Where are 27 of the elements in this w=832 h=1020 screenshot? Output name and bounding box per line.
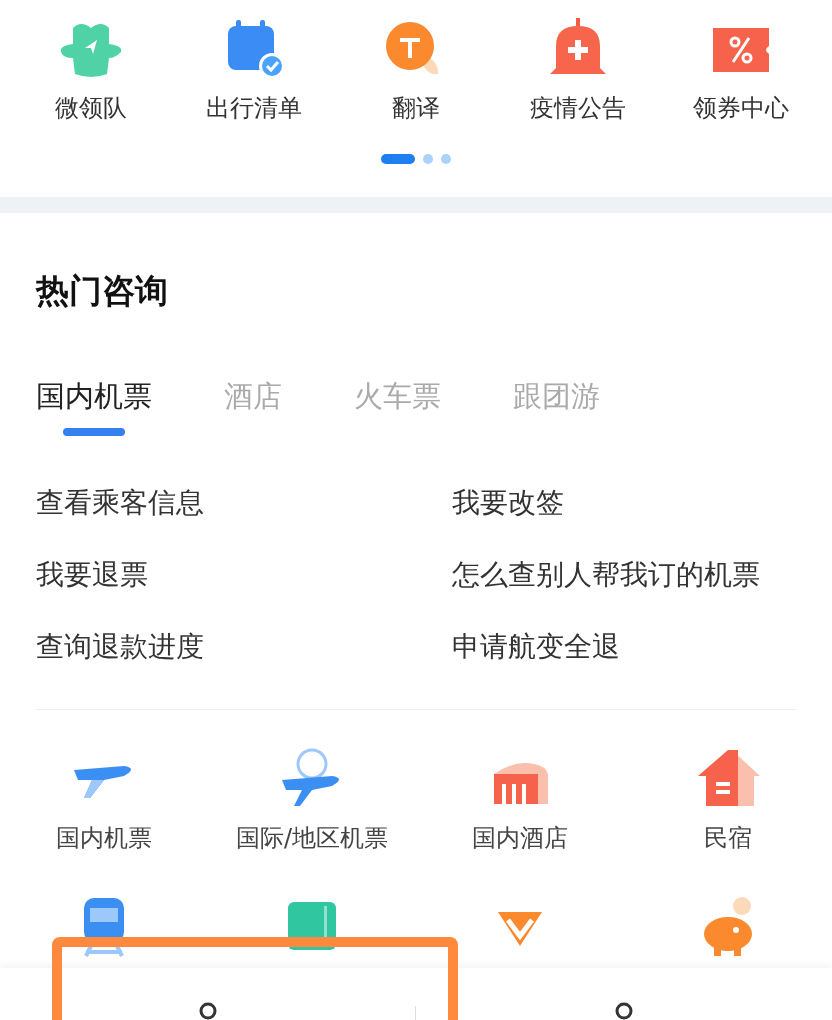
service-item[interactable]: 国内机票: [0, 746, 208, 854]
question-link[interactable]: 查看乘客信息: [36, 485, 452, 521]
tool-item[interactable]: 微领队: [10, 18, 173, 124]
section-title: 热门咨询: [36, 271, 169, 311]
service-label: 国内机票: [56, 823, 152, 854]
tool-label: 微领队: [55, 93, 128, 124]
service-label: 国内酒店: [472, 823, 568, 854]
service-item[interactable]: 国际/地区机票: [208, 746, 416, 854]
question-link[interactable]: 怎么查别人帮我订的机票: [452, 557, 796, 593]
tab-indicator: [63, 428, 125, 436]
tool-item[interactable]: 翻译: [334, 18, 498, 124]
question-link[interactable]: 申请航变全退: [452, 629, 796, 665]
service-item[interactable]: 民宿: [624, 746, 832, 854]
tool-label: 出行清单: [205, 93, 302, 124]
tool-label: 领券中心: [692, 93, 789, 124]
tool-item[interactable]: 疫情公告: [497, 18, 660, 124]
tool-item[interactable]: 领券中心: [659, 18, 822, 124]
question-link[interactable]: 我要改签: [452, 485, 796, 521]
question-link[interactable]: 查询退款进度: [36, 629, 452, 665]
service-label: 国际/地区机票: [235, 823, 389, 854]
tool-label: 疫情公告: [530, 93, 627, 124]
tool-item[interactable]: 出行清单: [172, 18, 335, 124]
question-link[interactable]: 我要退票: [36, 557, 452, 593]
tool-label: 翻译: [392, 93, 440, 124]
service-item[interactable]: 国内酒店: [416, 746, 624, 854]
service-label: 民宿: [704, 823, 752, 854]
category-tab[interactable]: 国内机票: [36, 377, 152, 433]
